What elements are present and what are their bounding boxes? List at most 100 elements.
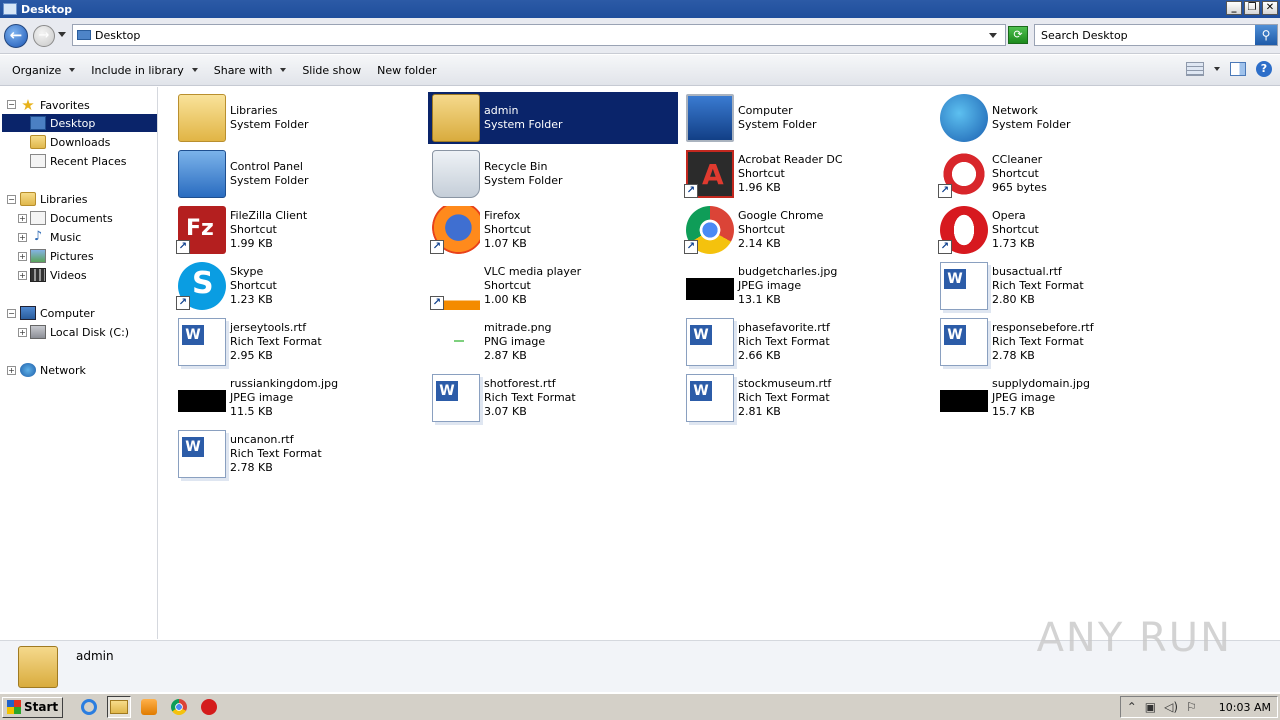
file-item-name: budgetcharles.jpg [738,265,838,278]
file-item[interactable]: mitrade.png PNG image 2.87 KB [428,316,678,368]
file-item-type: Shortcut [738,223,785,236]
show-hidden-icons-icon[interactable]: ⌃ [1127,700,1137,714]
nav-music-label: Music [50,230,82,244]
videos-expand-toggle[interactable]: + [18,271,27,280]
nav-libraries[interactable]: Libraries [20,190,88,208]
taskbar-stop-app[interactable] [197,696,221,718]
nav-desktop[interactable]: Desktop [2,114,157,132]
maximize-button[interactable]: ❐ [1244,1,1260,15]
new-folder-button[interactable]: New folder [369,64,444,77]
start-button[interactable]: Start [2,696,64,718]
nav-local-disk[interactable]: Local Disk (C:) [30,323,129,341]
address-history-dropdown[interactable] [989,33,997,38]
search-icon[interactable]: ⚲ [1255,25,1277,45]
nav-recent-places[interactable]: Recent Places [30,152,127,170]
minimize-button[interactable]: _ [1226,1,1242,15]
help-icon[interactable]: ? [1256,61,1272,77]
forward-button[interactable]: → [33,25,55,47]
address-field[interactable]: Desktop [72,24,1006,46]
file-item-name: Opera [992,209,1026,222]
documents-expand-toggle[interactable]: + [18,214,27,223]
file-item[interactable]: Libraries System Folder [174,92,424,144]
file-item-size: 2.14 KB [738,237,781,250]
nav-favorites[interactable]: ★ Favorites [20,96,90,114]
file-item[interactable]: ↗ Acrobat Reader DCShortcut1.96 KB [682,148,932,200]
nav-videos[interactable]: Videos [30,266,87,284]
file-item[interactable]: ↗ Google Chrome Shortcut 2.14 KB [682,204,932,256]
file-item[interactable]: shotforest.rtfRich Text Format3.07 KB [428,372,678,424]
file-item[interactable]: ↗ CCleaner Shortcut 965 bytes [936,148,1186,200]
file-item-text: FileZilla Client Shortcut 1.99 KB [230,209,307,251]
network-status-icon[interactable]: ▣ [1145,700,1156,714]
pictures-expand-toggle[interactable]: + [18,252,27,261]
file-item[interactable]: Network System Folder [936,92,1186,144]
local-disk-expand-toggle[interactable]: + [18,328,27,337]
taskbar-media-player[interactable] [137,696,161,718]
file-item[interactable]: phasefavorite.rtfRich Text Format2.66 KB [682,316,932,368]
share-with-menu[interactable]: Share with [206,64,295,77]
file-item[interactable]: supplydomain.jpg JPEG image 15.7 KB [936,372,1186,424]
recent-pages-dropdown[interactable] [58,32,66,37]
file-item[interactable]: admin System Folder [428,92,678,144]
organize-menu[interactable]: Organize [4,64,83,77]
file-item-size: 2.87 KB [484,349,527,362]
nav-computer[interactable]: Computer [20,304,95,322]
file-item-text: Computer System Folder [738,104,817,132]
file-item-name: FileZilla Client [230,209,308,222]
network-expand-toggle[interactable]: + [7,366,16,375]
file-item[interactable]: ↗ VLC media player Shortcut 1.00 KB [428,260,678,312]
nav-pictures[interactable]: Pictures [30,247,94,265]
change-view-icon[interactable] [1186,62,1204,76]
file-item[interactable]: uncanon.rtfRich Text Format2.78 KB [174,428,424,480]
back-button[interactable]: ← [4,24,28,48]
volume-icon[interactable]: ◁) [1164,700,1178,714]
taskbar-chrome[interactable] [167,696,191,718]
file-item-size: 2.80 KB [992,293,1035,306]
nav-favorites-label: Favorites [40,98,90,112]
refresh-button[interactable]: ⟳ [1008,26,1028,44]
file-item[interactable]: ↗ SkypeShortcut1.23 KB [174,260,424,312]
clock[interactable]: 10:03 AM [1219,701,1271,714]
slide-show-button[interactable]: Slide show [294,64,369,77]
include-in-library-menu[interactable]: Include in library [83,64,205,77]
search-input[interactable]: Search Desktop ⚲ [1034,24,1278,46]
nav-downloads[interactable]: Downloads [30,133,110,151]
rtf-icon [686,318,734,366]
close-button[interactable]: ✕ [1262,1,1278,15]
file-item-type: Shortcut [484,223,531,236]
file-item[interactable]: stockmuseum.rtfRich Text Format2.81 KB [682,372,932,424]
file-item[interactable]: ↗ Firefox Shortcut 1.07 KB [428,204,678,256]
view-options-chevron-icon[interactable] [1214,67,1220,71]
file-item[interactable]: budgetcharles.jpg JPEG image 13.1 KB [682,260,932,312]
file-item-name: russiankingdom.jpg [230,377,339,390]
file-item[interactable]: Computer System Folder [682,92,932,144]
computer-collapse-toggle[interactable]: − [7,309,16,318]
taskbar-windows-explorer[interactable] [107,696,132,718]
file-item[interactable]: Recycle Bin System Folder [428,148,678,200]
file-item[interactable]: Control Panel System Folder [174,148,424,200]
file-item[interactable]: ↗ Opera Shortcut 1.73 KB [936,204,1186,256]
rtf-icon [940,262,988,310]
file-list: Libraries System Folder admin System Folder… [160,87,1280,639]
nav-network[interactable]: Network [20,361,86,379]
file-item-text: shotforest.rtf Rich Text Format 3.07 KB [484,377,576,419]
file-item[interactable]: ↗ FileZilla ClientShortcut1.99 KB [174,204,424,256]
jpeg-icon [178,390,226,412]
file-item-text: jerseytools.rtf Rich Text Format 2.95 KB [230,321,322,363]
action-center-flag-icon[interactable]: ⚐ [1186,700,1197,714]
file-item[interactable]: russiankingdom.jpg JPEG image 11.5 KB [174,372,424,424]
internet-explorer-icon [81,699,98,715]
window-title: Desktop [21,2,73,16]
favorites-collapse-toggle[interactable]: − [7,100,16,109]
libraries-collapse-toggle[interactable]: − [7,195,16,204]
file-item-text: mitrade.png PNG image 2.87 KB [484,321,552,363]
music-expand-toggle[interactable]: + [18,233,27,242]
nav-documents[interactable]: Documents [30,209,113,227]
file-item-size: 1.07 KB [484,237,527,250]
file-item[interactable]: jerseytools.rtfRich Text Format2.95 KB [174,316,424,368]
taskbar-internet-explorer[interactable] [77,696,101,718]
nav-music[interactable]: ♪ Music [30,228,81,246]
file-item[interactable]: responsebefore.rtfRich Text Format2.78 K… [936,316,1186,368]
file-item[interactable]: busactual.rtfRich Text Format2.80 KB [936,260,1186,312]
preview-pane-icon[interactable] [1230,62,1246,76]
